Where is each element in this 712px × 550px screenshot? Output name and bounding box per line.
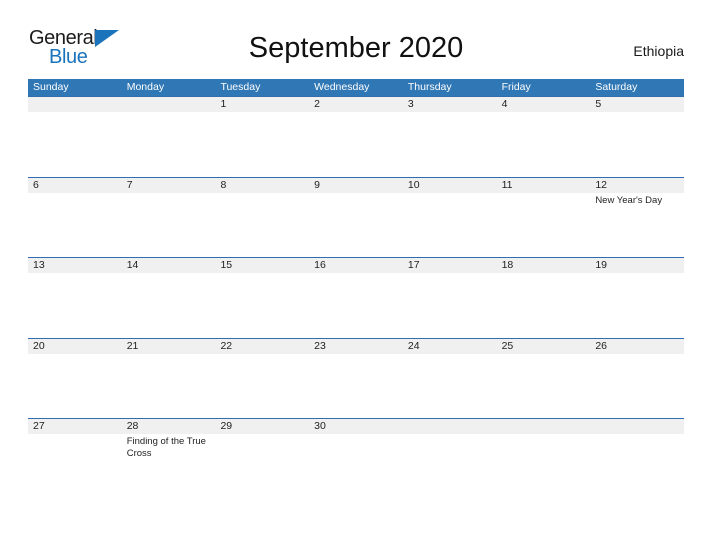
day-number: 28 — [126, 420, 139, 432]
weekday-header-sunday: Sunday — [33, 81, 69, 93]
calendar-day-cell[interactable]: 2 — [309, 97, 403, 177]
calendar-day-cell[interactable] — [402, 419, 497, 499]
weekday-header-saturday: Saturday — [595, 81, 638, 93]
calendar-day-cell[interactable]: 29 — [215, 419, 310, 499]
calendar-day-cell[interactable]: 7 — [121, 177, 216, 257]
day-number: 23 — [314, 339, 326, 352]
country-label: Ethiopia — [633, 43, 684, 59]
calendar-day-cell[interactable]: 21 — [121, 338, 216, 418]
calendar-day-cell[interactable]: 8 — [215, 177, 310, 257]
calendar-day-cell[interactable]: 12 New Year's Day — [590, 177, 685, 257]
calendar-week-row: 1 2 3 4 5 — [28, 96, 685, 177]
day-number: 11 — [501, 178, 513, 191]
calendar-week-row: 20 21 22 23 24 25 26 — [28, 337, 685, 418]
day-event-label: New Year's Day — [595, 194, 663, 206]
day-number: 21 — [126, 339, 139, 352]
day-number: 25 — [501, 339, 514, 352]
page-header: General Blue September 2020 Ethiopia — [0, 0, 712, 67]
calendar-day-cell[interactable]: 24 — [402, 338, 497, 418]
day-number: 15 — [220, 259, 233, 271]
calendar-day-cell[interactable]: 26 — [590, 338, 685, 418]
calendar-day-cell[interactable]: 19 — [590, 258, 685, 338]
day-number — [595, 419, 681, 434]
calendar-week-row: 13 14 15 16 17 18 19 — [28, 257, 685, 338]
day-number: 29 — [220, 420, 233, 432]
day-number: 18 — [501, 259, 514, 271]
day-number: 6 — [33, 178, 39, 191]
day-number: 14 — [126, 259, 139, 271]
calendar-day-cell[interactable]: 30 — [309, 419, 403, 499]
day-number: 22 — [220, 339, 233, 352]
day-number: 30 — [314, 420, 326, 432]
calendar-day-cell[interactable]: 11 — [496, 177, 591, 257]
day-number: 5 — [595, 98, 602, 110]
calendar-day-cell[interactable]: 20 — [28, 338, 122, 418]
calendar-day-cell[interactable] — [590, 419, 685, 499]
calendar-day-cell[interactable]: 28 Finding of the True Cross — [121, 419, 216, 499]
calendar-day-cell[interactable] — [28, 97, 122, 177]
day-number: 16 — [314, 259, 326, 271]
calendar-day-cell[interactable]: 1 — [215, 97, 310, 177]
calendar-day-cell[interactable]: 25 — [496, 338, 591, 418]
day-number — [33, 97, 119, 112]
calendar-day-cell[interactable]: 23 — [309, 338, 403, 418]
calendar-day-cell[interactable]: 22 — [215, 338, 310, 418]
day-number: 27 — [33, 420, 45, 432]
calendar-week-row: 6 7 8 9 10 11 12 New Year's Day — [28, 176, 685, 257]
calendar-day-cell[interactable]: 16 — [309, 258, 403, 338]
calendar-day-cell[interactable]: 10 — [402, 177, 497, 257]
day-number: 2 — [314, 98, 320, 110]
calendar-day-cell[interactable] — [121, 97, 216, 177]
calendar-day-cell[interactable]: 15 — [215, 258, 310, 338]
calendar-day-cell[interactable]: 18 — [496, 258, 591, 338]
weekday-header-wednesday: Wednesday — [314, 81, 370, 93]
day-number: 7 — [126, 178, 133, 191]
weekday-header-tuesday: Tuesday — [220, 81, 261, 93]
calendar-page: General Blue September 2020 Ethiopia Sun… — [0, 0, 712, 550]
calendar-day-cell[interactable]: 13 — [28, 258, 122, 338]
calendar-day-cell[interactable]: 14 — [121, 258, 216, 338]
calendar-day-cell[interactable]: 5 — [590, 97, 685, 177]
calendar-day-cell[interactable]: 27 — [28, 419, 122, 499]
day-number: 26 — [595, 339, 607, 352]
calendar-week-row: 27 28 Finding of the True Cross 29 30 — [28, 418, 685, 499]
calendar-day-cell[interactable]: 9 — [309, 177, 403, 257]
weekday-header-monday: Monday — [126, 81, 165, 93]
day-number: 13 — [33, 259, 45, 271]
day-number: 12 — [595, 178, 607, 191]
day-number: 19 — [595, 259, 607, 271]
day-number: 24 — [407, 339, 420, 352]
weekday-header-friday: Friday — [501, 81, 531, 93]
weekday-header-row: Sunday Monday Tuesday Wednesday Thursday… — [28, 79, 684, 96]
calendar-grid: Sunday Monday Tuesday Wednesday Thursday… — [28, 79, 685, 499]
day-number: 9 — [314, 178, 320, 191]
calendar-day-cell[interactable]: 3 — [402, 97, 497, 177]
day-event-label: Finding of the True Cross — [126, 436, 206, 459]
calendar-day-cell[interactable]: 17 — [402, 258, 497, 338]
day-number — [127, 97, 213, 112]
calendar-day-cell[interactable]: 6 — [28, 177, 122, 257]
day-number — [502, 419, 588, 434]
day-number: 4 — [501, 98, 508, 110]
day-number: 10 — [407, 178, 420, 191]
weekday-header-thursday: Thursday — [407, 81, 452, 93]
calendar-day-cell[interactable]: 4 — [496, 97, 591, 177]
day-number: 3 — [407, 98, 414, 110]
day-number: 20 — [33, 339, 45, 352]
page-title: September 2020 — [248, 32, 464, 64]
calendar-day-cell[interactable] — [496, 419, 591, 499]
day-number — [408, 419, 494, 434]
day-number: 1 — [220, 98, 227, 110]
day-number: 8 — [220, 178, 227, 191]
day-number: 17 — [407, 259, 420, 271]
